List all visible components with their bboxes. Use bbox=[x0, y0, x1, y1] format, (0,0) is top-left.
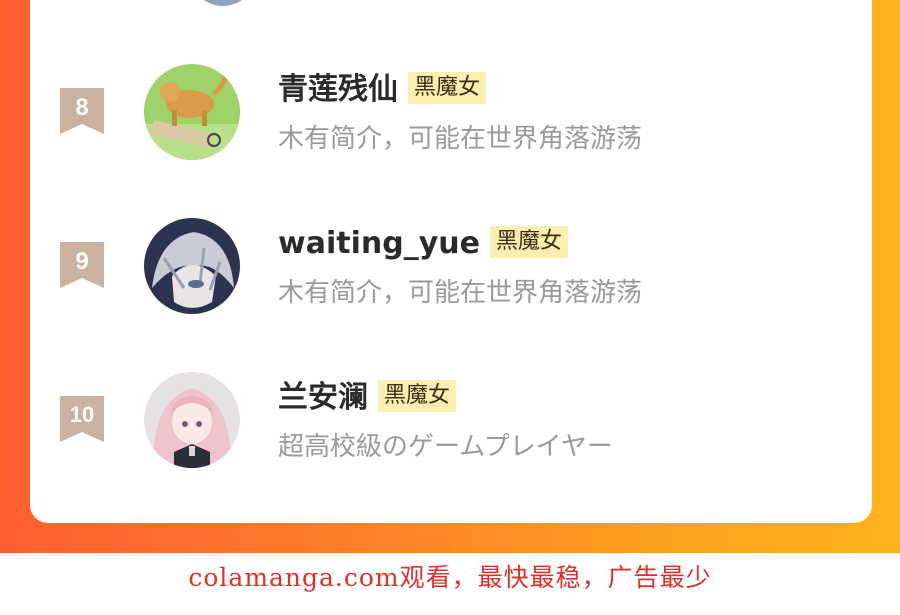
rank-number: 8 bbox=[75, 94, 89, 121]
site-watermark: colamanga.com观看，最快最稳，广告最少 bbox=[188, 563, 712, 592]
rank-number: 9 bbox=[75, 248, 89, 275]
anime-girl-avatar-icon[interactable] bbox=[144, 372, 240, 468]
anime-boy-avatar-icon[interactable] bbox=[144, 218, 240, 314]
ranking-row[interactable]: 9 waiting_yue 黑魔女 木有简介，可能在世界角落游荡 bbox=[30, 214, 872, 314]
rank-number: 10 bbox=[69, 402, 95, 427]
ranking-row[interactable]: 10 兰安澜 黑魔女 超高校級のゲームプレイヤー bbox=[30, 368, 872, 468]
user-description: 木有简介，可能在世界角落游荡 bbox=[278, 278, 643, 308]
user-description: 木有简介，可能在世界角落游荡 bbox=[278, 124, 643, 154]
rank-ribbon-icon: 9 bbox=[60, 242, 104, 288]
user-name-line: 青莲残仙 黑魔女 bbox=[278, 71, 487, 108]
user-description: 超高校級のゲームプレイヤー bbox=[278, 432, 613, 462]
title-badge: 黑魔女 bbox=[378, 379, 457, 412]
rank-ribbon-icon: 10 bbox=[60, 396, 104, 442]
title-badge: 黑魔女 bbox=[408, 71, 487, 104]
user-name[interactable]: 兰安澜 bbox=[278, 380, 368, 415]
ranking-row[interactable]: 8 青莲残仙 黑魔女 木有简介，可能在世界角落游荡 bbox=[30, 60, 872, 160]
user-name-line: waiting_yue 黑魔女 bbox=[278, 225, 568, 262]
title-badge: 黑魔女 bbox=[489, 225, 568, 258]
user-name[interactable]: 青莲残仙 bbox=[278, 72, 398, 107]
dog-figurine-avatar-icon[interactable] bbox=[144, 64, 240, 160]
user-name[interactable]: waiting_yue bbox=[278, 226, 480, 261]
ranking-card: 8 青莲残仙 黑魔女 木有简介，可能在世界角落游荡 9 waiting_yue … bbox=[30, 0, 872, 523]
user-name-line: 兰安澜 黑魔女 bbox=[278, 379, 457, 416]
rank-ribbon-icon: 8 bbox=[60, 88, 104, 134]
previous-user-avatar[interactable] bbox=[190, 0, 256, 6]
